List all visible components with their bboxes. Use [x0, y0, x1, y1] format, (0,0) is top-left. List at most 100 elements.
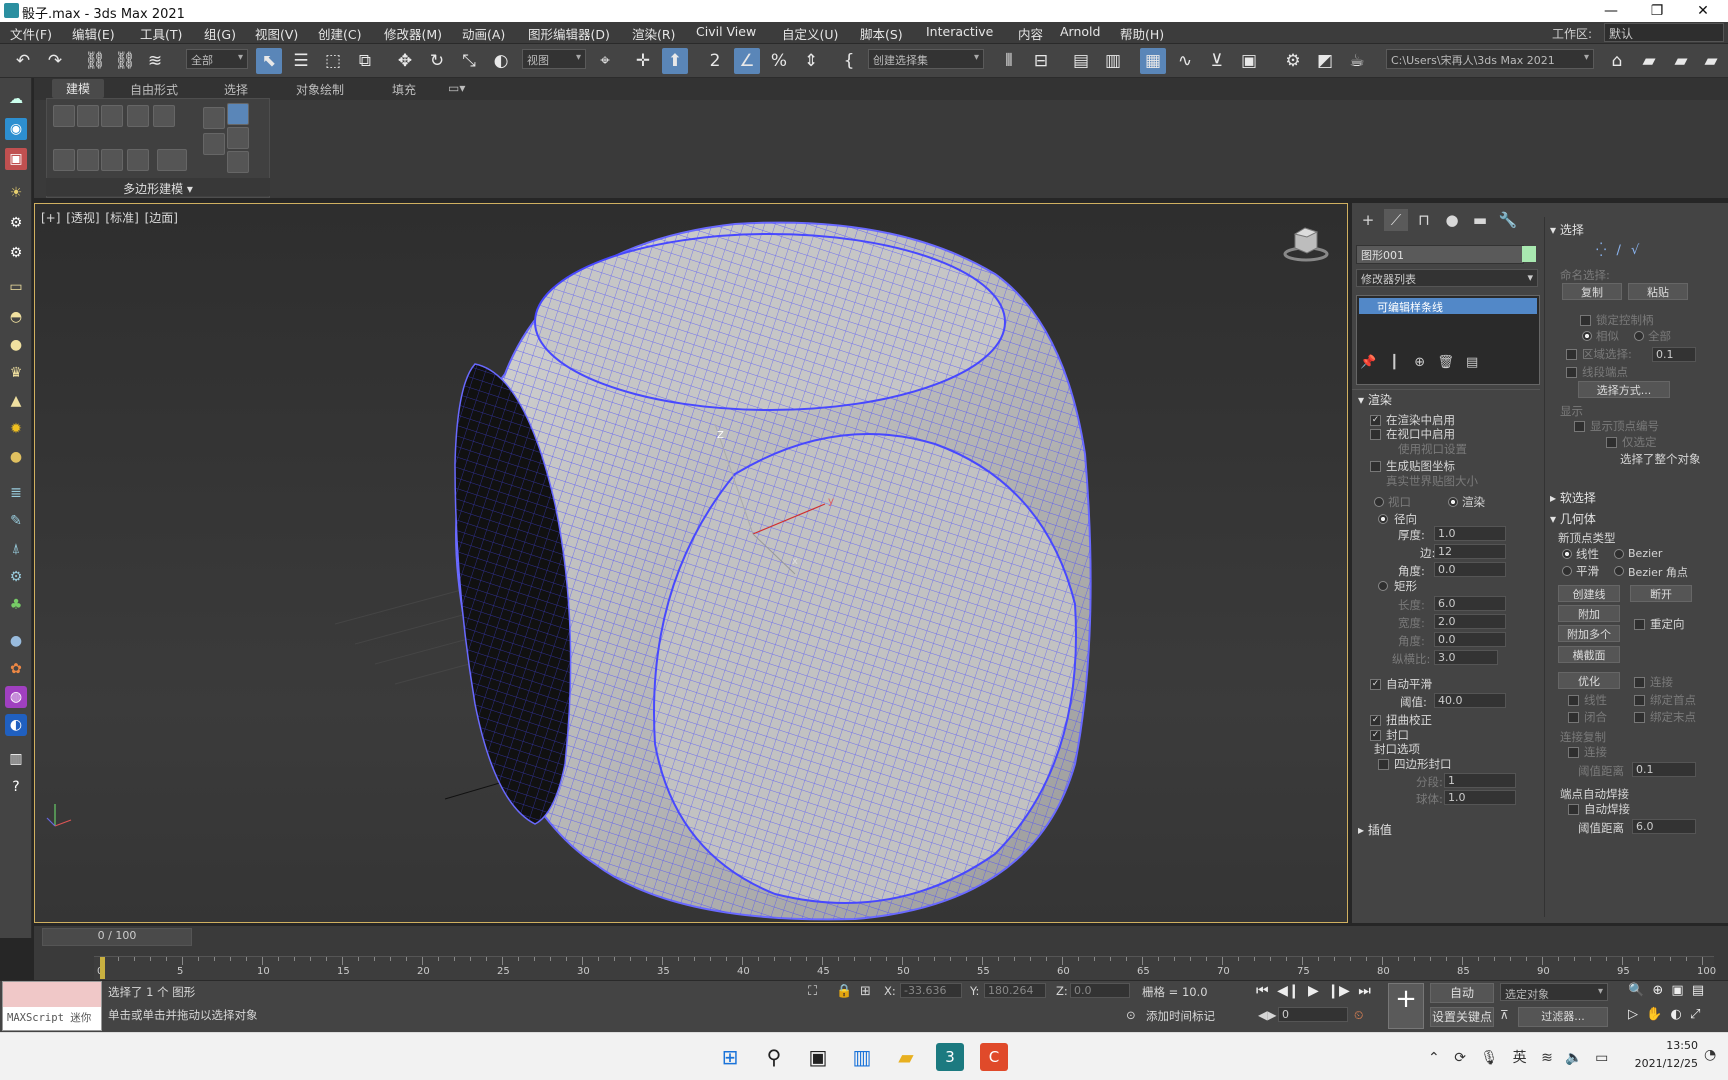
dome-icon[interactable]: ◓	[5, 306, 27, 328]
next-frame-icon[interactable]: ❙▶	[1327, 983, 1350, 999]
render-setup-icon[interactable]: ⚙	[1280, 48, 1306, 74]
time-cursor[interactable]	[100, 957, 105, 979]
connect-checkbox[interactable]	[1634, 677, 1645, 688]
spline-mode-icon[interactable]: √	[1631, 243, 1639, 258]
snap-toggle-icon[interactable]: 2	[702, 48, 728, 74]
current-frame-field[interactable]: 0	[1278, 1007, 1348, 1022]
zoom-extents-all-icon[interactable]: ▤	[1692, 983, 1704, 998]
auto-key-button[interactable]: 自动	[1430, 983, 1494, 1003]
widgets-icon[interactable]: ▥	[848, 1043, 876, 1071]
keyboard-shortcut-icon[interactable]: ⬆	[662, 48, 688, 74]
pivot-center-icon[interactable]: ⌖	[592, 48, 618, 74]
menu-arnold[interactable]: Arnold	[1060, 24, 1100, 39]
orbit-icon[interactable]: ◐	[1670, 1007, 1681, 1022]
menu-content[interactable]: 内容	[1018, 24, 1043, 43]
selected-object-dropdown[interactable]: 选定对象	[1500, 983, 1608, 1001]
utilities-tab-icon[interactable]: 🔧	[1496, 209, 1520, 231]
media-icon[interactable]: ◐	[5, 714, 27, 736]
microphone-icon[interactable]: 🎙	[1480, 1050, 1498, 1066]
display-tab-icon[interactable]: ▬	[1468, 209, 1492, 231]
set-key-button[interactable]: 设置关键点	[1430, 1007, 1494, 1027]
element-icon[interactable]	[153, 105, 175, 127]
redo-icon[interactable]: ↷	[42, 48, 68, 74]
menu-modifiers[interactable]: 修改器(M)	[384, 24, 442, 43]
create-tab-icon[interactable]: +	[1356, 209, 1380, 231]
ribbon-tool-2-icon[interactable]	[77, 149, 99, 171]
menu-scripting[interactable]: 脚本(S)	[860, 24, 903, 43]
bezier-corner-radio[interactable]	[1614, 566, 1624, 576]
clock-date[interactable]: 2021/12/25	[1628, 1057, 1698, 1070]
area-selection-checkbox[interactable]	[1566, 349, 1577, 360]
ribbon-tool-5-icon[interactable]	[157, 149, 187, 171]
light-icon[interactable]: ☀	[5, 182, 27, 204]
show-vertex-numbers-checkbox[interactable]	[1574, 421, 1585, 432]
rendered-frame-icon[interactable]: ◩	[1312, 48, 1338, 74]
tab-populate[interactable]: 填充	[392, 81, 416, 98]
sphere-spinner[interactable]: 1.0	[1444, 790, 1516, 805]
enable-in-renderer-checkbox[interactable]: ✓	[1370, 415, 1381, 426]
rectangular-radio[interactable]	[1378, 581, 1388, 591]
ribbon-tool-1-icon[interactable]	[53, 149, 75, 171]
all-radio[interactable]	[1634, 331, 1644, 341]
angle2-spinner[interactable]: 0.0	[1434, 632, 1506, 647]
cone-icon[interactable]: ▲	[5, 390, 27, 412]
plugin-icon[interactable]: ▥	[5, 748, 27, 770]
gear-icon[interactable]: ⚙	[5, 566, 27, 588]
abs-mode-icon[interactable]: ⊞	[860, 984, 871, 999]
maximize-viewport-icon[interactable]: ⤢	[1690, 1007, 1700, 1022]
viewcube[interactable]	[1283, 222, 1329, 262]
refine-button[interactable]: 优化	[1558, 672, 1620, 689]
named-selection-dropdown[interactable]: 创建选择集	[868, 49, 984, 69]
filters-button[interactable]: 过滤器...	[1518, 1007, 1608, 1027]
menu-edit[interactable]: 编辑(E)	[72, 24, 115, 43]
brush-icon[interactable]: ✎	[5, 510, 27, 532]
create-line-button[interactable]: 创建线	[1558, 585, 1620, 602]
recorder-app-icon[interactable]: C	[980, 1043, 1008, 1071]
modify-tab-icon[interactable]: ⟋	[1384, 209, 1408, 231]
paste-button[interactable]: 粘贴	[1628, 283, 1688, 300]
zoom-all-icon[interactable]: ⊕	[1652, 983, 1663, 998]
motion-tab-icon[interactable]: ●	[1440, 209, 1464, 231]
attach-multiple-button[interactable]: 附加多个	[1558, 625, 1620, 642]
add-time-tag[interactable]: 添加时间标记	[1146, 1008, 1215, 1024]
area-selection-spinner[interactable]: 0.1	[1652, 347, 1696, 362]
go-to-start-icon[interactable]: ⏮	[1256, 983, 1269, 999]
viewport-radio[interactable]	[1374, 497, 1384, 507]
auto-weld-checkbox[interactable]	[1568, 804, 1579, 815]
scale-icon[interactable]: ⤡	[456, 48, 482, 74]
spinner-snap-icon[interactable]: ⇕	[798, 48, 824, 74]
file-explorer-icon[interactable]: ▰	[892, 1043, 920, 1071]
menu-animation[interactable]: 动画(A)	[462, 24, 505, 43]
box-icon[interactable]: ▭	[5, 276, 27, 298]
key-mode-icon[interactable]: ◀▶	[1258, 1008, 1276, 1022]
task-view-icon[interactable]: ▣	[804, 1043, 832, 1071]
menu-graph-editors[interactable]: 图形编辑器(D)	[528, 24, 610, 43]
notifications-icon[interactable]: ◔	[1704, 1047, 1716, 1063]
select-by-name-icon[interactable]: ☰	[288, 48, 314, 74]
mirror-icon[interactable]: ⫴	[996, 48, 1022, 74]
workspace-select[interactable]: 默认	[1604, 23, 1724, 42]
ribbon-tool-9-icon[interactable]	[227, 127, 249, 149]
segment-mode-icon[interactable]: ∕	[1617, 243, 1621, 258]
sync-icon[interactable]: ⟳	[1454, 1050, 1466, 1066]
minimize-button[interactable]: —	[1588, 0, 1634, 22]
wifi-icon[interactable]: ≋	[1541, 1050, 1553, 1066]
render-production-icon[interactable]: ☕	[1344, 48, 1370, 74]
menu-tools[interactable]: 工具(T)	[140, 24, 182, 43]
play-icon[interactable]: ▶	[1308, 983, 1319, 999]
sphere-icon[interactable]: ●	[5, 334, 27, 356]
geosphere-icon[interactable]: ●	[5, 446, 27, 468]
object-name-field[interactable]: 图形001	[1356, 245, 1524, 264]
break-button[interactable]: 断开	[1630, 585, 1692, 602]
quad-cap-checkbox[interactable]	[1378, 759, 1389, 770]
percent-snap-icon[interactable]: %	[766, 48, 792, 74]
material-sphere-icon[interactable]: ●	[5, 630, 27, 652]
rotate-icon[interactable]: ↻	[424, 48, 450, 74]
cross-section-button[interactable]: 横截面	[1558, 646, 1620, 663]
segment-end-checkbox[interactable]	[1566, 367, 1577, 378]
toggle-ribbon-icon[interactable]: ▦	[1140, 48, 1166, 74]
render-icon[interactable]: ▣	[5, 148, 27, 170]
hierarchy-tab-icon[interactable]: ⊓	[1412, 209, 1436, 231]
project-path-dropdown[interactable]: C:\Users\宋再人\3ds Max 2021	[1386, 49, 1594, 69]
lock-handles-checkbox[interactable]	[1580, 315, 1591, 326]
